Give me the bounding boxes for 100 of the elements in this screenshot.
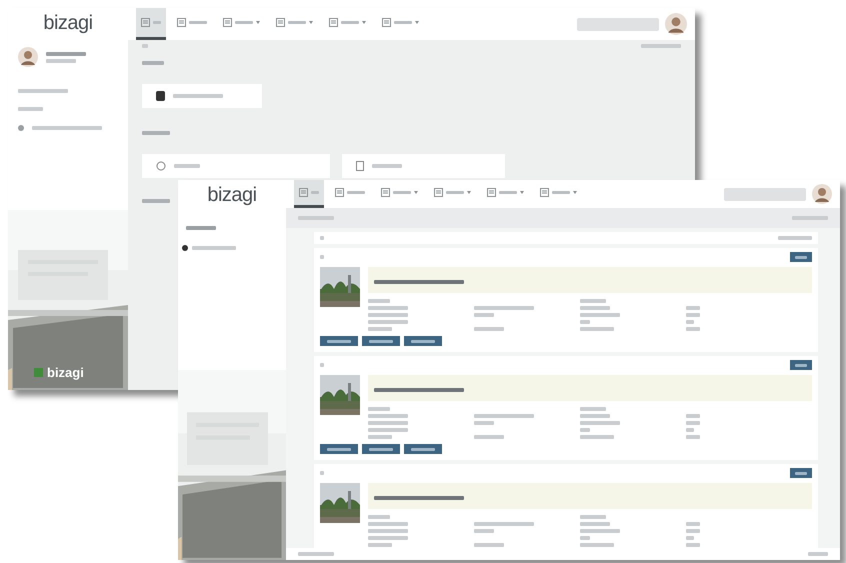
blurred-text xyxy=(368,428,408,432)
blurred-text xyxy=(474,543,504,547)
blurred-text xyxy=(394,21,412,24)
blurred-text xyxy=(320,363,324,367)
avatar-icon[interactable] xyxy=(812,184,832,204)
blurred-text xyxy=(368,306,408,310)
blurred-text xyxy=(686,313,700,317)
blurred-text xyxy=(368,543,392,547)
blurred-text xyxy=(446,191,464,194)
blurred-text xyxy=(792,216,828,220)
nav-tab[interactable] xyxy=(294,180,324,208)
blurred-text xyxy=(580,306,610,310)
blurred-text xyxy=(298,552,334,556)
blurred-text xyxy=(32,126,102,130)
blurred-text xyxy=(580,327,614,331)
blurred-text xyxy=(46,52,86,56)
blurred-text xyxy=(341,21,359,24)
logo-mark-icon xyxy=(34,368,43,377)
action-button[interactable] xyxy=(404,336,442,346)
blurred-text xyxy=(686,320,694,324)
blurred-text xyxy=(686,522,700,526)
blurred-text xyxy=(686,421,700,425)
blurred-text xyxy=(368,313,408,317)
blurred-text xyxy=(686,306,700,310)
list-icon xyxy=(329,18,338,27)
blurred-text xyxy=(474,435,504,439)
blurred-text xyxy=(411,448,435,450)
open-button[interactable] xyxy=(790,468,812,478)
blurred-text xyxy=(393,191,411,194)
blurred-text xyxy=(686,327,700,331)
blurred-text xyxy=(580,529,620,533)
blurred-text xyxy=(347,191,365,194)
list-icon xyxy=(223,18,232,27)
blurred-text xyxy=(142,61,164,65)
blurred-text xyxy=(580,320,590,324)
search-field[interactable] xyxy=(577,18,659,30)
blurred-text xyxy=(411,340,435,342)
blurred-text xyxy=(580,414,610,418)
blurred-text xyxy=(474,306,534,310)
blurred-text xyxy=(142,44,148,48)
blurred-text xyxy=(474,327,504,331)
blurred-text xyxy=(173,94,223,98)
process-tile[interactable] xyxy=(342,154,505,178)
blurred-text xyxy=(580,522,610,526)
blurred-text xyxy=(580,536,590,540)
nav-tab[interactable] xyxy=(136,8,166,40)
blurred-text xyxy=(368,327,392,331)
blurred-text xyxy=(474,529,494,533)
logo: bizagi xyxy=(43,12,93,35)
list-icon xyxy=(540,188,549,197)
blurred-text xyxy=(580,428,590,432)
blurred-text xyxy=(474,414,534,418)
blurred-text xyxy=(327,448,351,450)
blurred-text xyxy=(369,448,393,450)
open-button[interactable] xyxy=(790,360,812,370)
blurred-text xyxy=(368,299,390,303)
refresh-icon xyxy=(156,161,166,171)
open-button[interactable] xyxy=(790,252,812,262)
blurred-text xyxy=(499,191,517,194)
blurred-text xyxy=(795,364,807,366)
blurred-text xyxy=(46,58,76,62)
blurred-text xyxy=(686,529,700,533)
blurred-text xyxy=(369,340,393,342)
blurred-text xyxy=(686,435,700,439)
blurred-text xyxy=(368,320,408,324)
action-button[interactable] xyxy=(404,444,442,454)
blurred-text xyxy=(372,164,402,168)
blurred-text xyxy=(580,515,606,519)
action-button[interactable] xyxy=(320,444,358,454)
process-tile[interactable] xyxy=(142,84,262,108)
list-icon xyxy=(434,188,443,197)
blurred-text xyxy=(174,164,200,168)
blurred-text xyxy=(368,529,408,533)
blurred-text xyxy=(327,340,351,342)
blurred-text xyxy=(580,435,614,439)
blurred-text xyxy=(795,256,807,258)
blurred-text xyxy=(580,313,620,317)
avatar-icon[interactable] xyxy=(665,13,687,35)
blurred-text xyxy=(686,536,694,540)
blurred-text xyxy=(320,255,324,259)
logo: bizagi xyxy=(207,184,257,207)
list-icon xyxy=(382,18,391,27)
blurred-text xyxy=(474,313,494,317)
blurred-text xyxy=(18,107,43,111)
action-button[interactable] xyxy=(320,336,358,346)
blurred-text xyxy=(298,216,334,220)
blurred-text xyxy=(580,543,614,547)
blurred-text xyxy=(142,131,170,135)
blurred-text xyxy=(192,246,236,250)
blurred-text xyxy=(552,191,570,194)
search-field[interactable] xyxy=(724,188,806,200)
action-button[interactable] xyxy=(362,336,400,346)
blurred-text xyxy=(368,522,408,526)
process-tile[interactable] xyxy=(142,154,330,178)
blurred-text xyxy=(368,414,408,418)
avatar-icon[interactable] xyxy=(18,47,38,67)
action-button[interactable] xyxy=(362,444,400,454)
blurred-text xyxy=(641,44,681,48)
blurred-text xyxy=(686,428,694,432)
blurred-text xyxy=(580,421,620,425)
